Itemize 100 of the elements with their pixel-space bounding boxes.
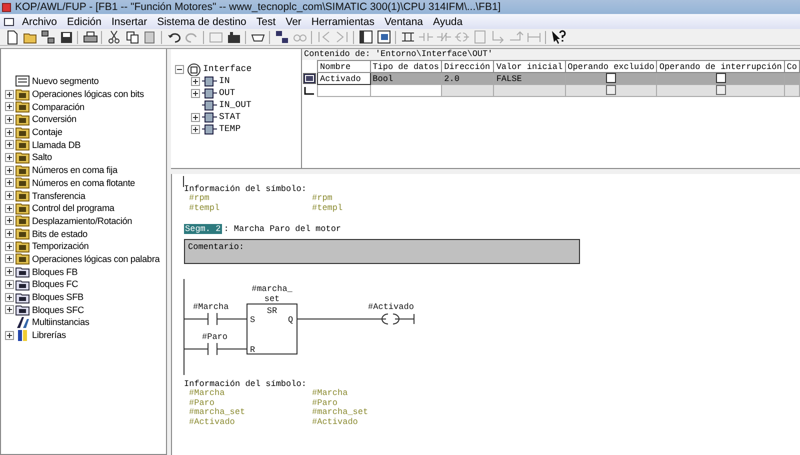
tree-item[interactable]: Contaje (32, 127, 62, 138)
tree-item[interactable]: Bits de estado (32, 228, 88, 239)
paste-icon[interactable] (142, 29, 158, 45)
symbol-info-heading: Información del símbolo: (184, 379, 308, 389)
expand-icon[interactable] (191, 112, 200, 122)
checkbox[interactable] (606, 73, 616, 84)
column-header[interactable]: Tipo de datos (370, 60, 442, 72)
checkbox[interactable] (716, 85, 726, 96)
tree-item[interactable]: Temporización (32, 241, 89, 252)
column-header[interactable]: Nombre (318, 60, 370, 72)
network-icon[interactable] (40, 29, 56, 45)
tree-item[interactable]: Conversión (32, 114, 76, 124)
tree-item[interactable]: Bloques SFC (32, 304, 84, 315)
symbol-name: #Activado (312, 418, 358, 427)
column-header[interactable]: Operando excluido (565, 60, 657, 72)
menu-item[interactable]: Edición (64, 16, 108, 28)
expand-icon[interactable] (5, 140, 14, 150)
tree-item[interactable]: Nuevo segmento (32, 76, 99, 86)
tree-item[interactable]: Control del programa (32, 203, 114, 214)
help-icon[interactable] (550, 29, 566, 45)
menu-item[interactable]: Archivo (19, 16, 64, 28)
online-icon[interactable] (274, 29, 290, 45)
folder-icon (15, 251, 30, 266)
rack-icon[interactable] (226, 29, 242, 45)
tree-item[interactable]: STAT (219, 112, 241, 122)
expand-icon[interactable] (5, 242, 14, 251)
expand-icon[interactable] (191, 88, 200, 98)
expand-icon[interactable] (5, 229, 14, 238)
tree-item[interactable]: TEMP (219, 124, 241, 134)
sr-block[interactable] (246, 304, 298, 354)
table-caption: Contenido de: 'Entorno\Interface\OUT' (302, 49, 800, 60)
expand-icon[interactable] (5, 152, 14, 162)
column-header[interactable]: Dirección (442, 60, 494, 72)
operand-label: #Activado (368, 302, 414, 312)
expand-icon[interactable] (5, 330, 14, 340)
tree-item[interactable]: Interface (203, 64, 252, 74)
expand-icon[interactable] (5, 114, 14, 124)
bars-icon (15, 314, 30, 330)
block-instance-label: set (264, 294, 280, 304)
expand-icon[interactable] (191, 124, 200, 134)
comment-field[interactable]: Comentario: (184, 239, 580, 264)
tree-item[interactable]: Librerías (32, 330, 66, 340)
tree-item[interactable]: Llamada DB (32, 140, 81, 150)
menu-item[interactable]: Insertar (108, 16, 154, 28)
tree-item[interactable]: Comparación (32, 102, 84, 112)
contact-symbol[interactable] (208, 342, 218, 356)
table-cell: FALSE (494, 72, 566, 84)
expand-icon[interactable] (5, 305, 14, 314)
variable-block-icon (202, 122, 217, 136)
tree-item[interactable]: OUT (219, 88, 236, 98)
folder-icon (15, 175, 30, 190)
expand-icon[interactable] (5, 166, 14, 175)
menu-item[interactable]: Ventana (381, 16, 430, 28)
column-header[interactable]: Co (784, 60, 800, 72)
window-layout-icon[interactable] (358, 29, 374, 45)
checkbox[interactable] (716, 73, 726, 84)
expand-icon[interactable] (5, 178, 14, 188)
expand-icon[interactable] (5, 191, 14, 200)
copy-icon[interactable] (124, 29, 140, 45)
tree-item[interactable]: Operaciones lógicas con palabra (32, 254, 160, 264)
tree-item[interactable]: Multiinstancias (32, 317, 90, 328)
expand-icon[interactable] (5, 204, 14, 213)
tree-item[interactable]: Transferencia (32, 190, 86, 201)
segment-number[interactable]: Segm. 2 (184, 224, 222, 234)
overview-icon[interactable] (376, 29, 392, 45)
print-icon[interactable] (82, 29, 98, 45)
menu-item[interactable]: Sistema de destino (154, 16, 254, 28)
tree-item[interactable]: IN_OUT (219, 100, 252, 110)
menu-item[interactable]: Herramientas (308, 16, 382, 28)
expand-icon[interactable] (5, 90, 14, 99)
menu-item[interactable]: Test (253, 16, 283, 28)
segment-title: : Marcha Paro del motor (224, 224, 342, 234)
tree-item[interactable]: Bloques FC (32, 279, 78, 290)
expand-icon[interactable] (5, 128, 14, 137)
variable-block-icon (202, 74, 217, 88)
checkbox[interactable] (606, 85, 616, 96)
tree-item[interactable]: Bloques SFB (32, 292, 84, 302)
coil-symbol[interactable] (382, 314, 400, 324)
expand-icon[interactable] (5, 254, 14, 264)
expand-icon[interactable] (5, 292, 14, 302)
expand-icon[interactable] (5, 216, 14, 226)
menu-item[interactable]: Ver (282, 16, 308, 28)
collapse-icon[interactable] (175, 64, 184, 74)
expand-icon[interactable] (5, 102, 14, 112)
column-header[interactable]: Valor inicial (494, 60, 566, 72)
expand-icon[interactable] (191, 76, 200, 86)
tree-item[interactable]: Salto (32, 152, 52, 162)
tree-item[interactable]: Bloques FB (32, 266, 78, 277)
expand-icon[interactable] (5, 267, 14, 276)
column-header[interactable]: Operando de interrupción (656, 60, 784, 72)
tree-item[interactable]: Desplazamiento/Rotación (32, 216, 132, 226)
tree-item[interactable]: IN (219, 76, 230, 86)
variable-block-icon (202, 98, 217, 112)
contact-symbol[interactable] (208, 312, 218, 326)
tree-item[interactable]: Números en coma flotante (32, 178, 135, 188)
tree-item[interactable]: Operaciones lógicas con bits (32, 89, 144, 100)
scissors-icon[interactable] (106, 29, 122, 45)
menu-item[interactable]: Ayuda (430, 16, 470, 28)
expand-icon[interactable] (5, 280, 14, 289)
tree-item[interactable]: Números en coma fija (32, 165, 118, 176)
